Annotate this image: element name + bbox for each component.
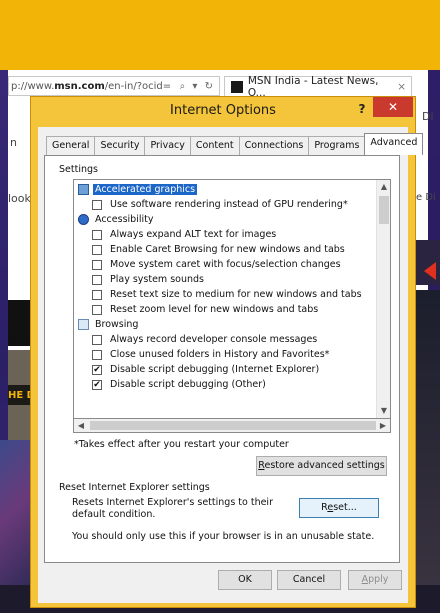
reset-description: Resets Internet Explorer's settings to t… [72,497,273,520]
address-bar[interactable]: p://www. msn.com /en-in/?ocid= ⌕ ▾ ↻ [8,76,220,96]
tree-option[interactable]: Disable script debugging (Internet Explo… [92,362,321,377]
page-fragment: look [8,192,31,205]
browser-tab-title: MSN India - Latest News, O... [247,74,379,99]
checkbox[interactable] [92,379,102,390]
tree-option[interactable]: Always record developer console messages [92,332,319,347]
tree-option-label: Move system caret with focus/selection c… [110,259,341,270]
checkbox[interactable] [92,229,102,240]
tree-category-accelerated-graphics[interactable]: Accelerated graphics [78,182,198,197]
address-path: /en-in/?ocid= [104,80,172,92]
tree-option[interactable]: Enable Caret Browsing for new windows an… [92,242,347,257]
tree-option[interactable]: Use software rendering instead of GPU re… [92,197,350,212]
scroll-left-arrow-icon[interactable]: ◀ [74,419,88,432]
horizontal-scroll-thumb[interactable] [90,421,376,430]
reset-group-label: Reset Internet Explorer settings [59,482,210,493]
button-label: pply [368,574,389,585]
tab-connections[interactable]: Connections [238,136,310,155]
scroll-down-arrow-icon[interactable]: ▼ [377,404,390,418]
scroll-right-arrow-icon[interactable]: ▶ [376,419,390,432]
tab-strip: General Security Privacy Content Connect… [46,133,424,155]
tab-content[interactable]: Content [189,136,240,155]
browsing-icon [78,319,89,330]
checkbox[interactable] [92,259,102,270]
tree-option-label: Always record developer console messages [110,334,318,345]
scroll-thumb[interactable] [379,196,389,224]
close-button[interactable]: ✕ [373,97,413,117]
page-photo [412,290,440,590]
button-label: estore advanced settings [264,460,385,471]
ok-button[interactable]: OK [218,570,272,590]
tree-option[interactable]: Move system caret with focus/selection c… [92,257,343,272]
tree-option[interactable]: Reset zoom level for new windows and tab… [92,302,320,317]
vertical-scrollbar[interactable]: ▲ ▼ [376,180,390,418]
address-tools[interactable]: ⌕ ▾ ↻ [180,81,219,92]
browser-header-banner [0,0,440,70]
dialog-client-area: General Security Privacy Content Connect… [38,127,424,603]
tree-category-browsing[interactable]: Browsing [78,317,140,332]
internet-options-dialog: Internet Options ? ✕ General Security Pr… [30,96,424,608]
tree-option[interactable]: Play system sounds [92,272,206,287]
tree-category-label: Browsing [95,319,139,330]
button-label: set... [333,502,357,513]
browser-tab-msn[interactable]: MSN India - Latest News, O... × [224,74,412,99]
scroll-up-arrow-icon[interactable]: ▲ [377,180,390,194]
address-prefix: p://www. [11,80,55,92]
tree-option-label: Reset zoom level for new windows and tab… [110,304,319,315]
msn-favicon-icon [231,80,243,93]
tree-category-label: Accessibility [95,214,154,225]
checkbox[interactable] [92,274,102,285]
checkbox[interactable] [92,334,102,345]
tree-option-label: Disable script debugging (Other) [110,379,266,390]
tree-option-label: Disable script debugging (Internet Explo… [110,364,320,375]
tree-option-label: Enable Caret Browsing for new windows an… [110,244,345,255]
tab-programs[interactable]: Programs [308,136,366,155]
settings-tree[interactable]: Accelerated graphics Use software render… [73,179,391,419]
restore-advanced-settings-button[interactable]: Restore advanced settings [256,456,387,476]
restart-note: *Takes effect after you restart your com… [74,439,289,450]
dialog-title-bar[interactable]: Internet Options ? ✕ [31,97,415,127]
checkbox[interactable] [92,244,102,255]
page-fragment: Di [422,110,434,123]
tree-option[interactable]: Reset text size to medium for new window… [92,287,364,302]
page-fragment: n [10,136,17,149]
apply-button[interactable]: Apply [348,570,402,590]
tab-general[interactable]: General [46,136,96,155]
carousel-arrow-icon[interactable] [424,262,436,280]
tree-option-label: Always expand ALT text for images [110,229,277,240]
tree-option-label: Close unused folders in History and Favo… [110,349,330,360]
tree-option-label: Play system sounds [110,274,204,285]
address-domain: msn.com [54,80,105,92]
cancel-button[interactable]: Cancel [277,570,341,590]
tree-option-label: Reset text size to medium for new window… [110,289,362,300]
accessibility-icon [78,214,89,225]
checkbox[interactable] [92,199,102,210]
reset-button[interactable]: Reset... [299,498,379,518]
tree-category-label: Accelerated graphics [93,184,198,195]
checkbox[interactable] [92,364,102,375]
tab-close-icon[interactable]: × [397,81,411,93]
tree-option[interactable]: Close unused folders in History and Favo… [92,347,331,362]
page-fragment: e Di [416,192,436,203]
monitor-icon [78,184,89,195]
help-button[interactable]: ? [355,102,369,118]
checkbox[interactable] [92,304,102,315]
tab-security[interactable]: Security [94,136,146,155]
horizontal-scrollbar[interactable]: ◀ ▶ [73,419,391,433]
checkbox[interactable] [92,289,102,300]
checkbox[interactable] [92,349,102,360]
tree-option[interactable]: Disable script debugging (Other) [92,377,268,392]
tree-category-accessibility[interactable]: Accessibility [78,212,155,227]
tree-option[interactable]: Always expand ALT text for images [92,227,278,242]
reset-warning: You should only use this if your browser… [72,531,375,542]
tree-option-label: Use software rendering instead of GPU re… [110,199,348,210]
settings-group-label: Settings [59,164,98,175]
advanced-tab-panel: Settings Accelerated graphics Use softwa… [44,155,400,563]
tab-advanced[interactable]: Advanced [364,133,424,155]
tab-privacy[interactable]: Privacy [144,136,191,155]
